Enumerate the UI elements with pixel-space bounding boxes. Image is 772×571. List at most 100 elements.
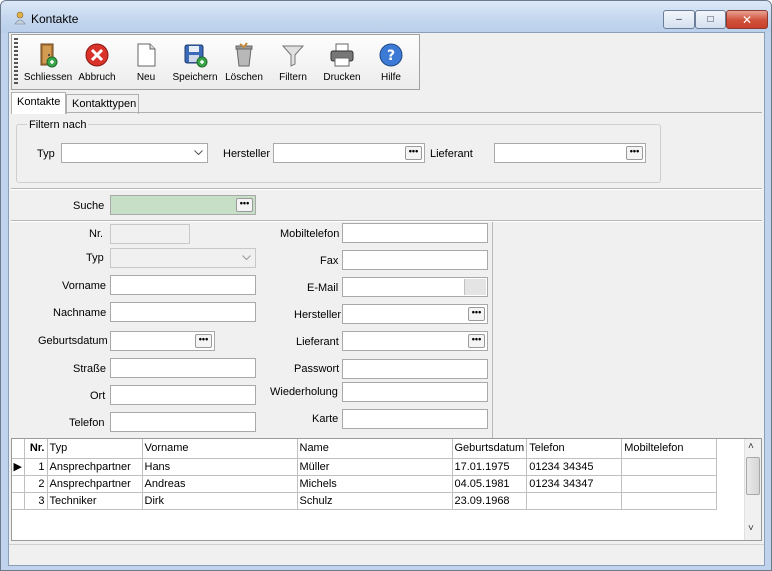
email-field[interactable] <box>342 277 488 297</box>
status-bar <box>9 544 764 565</box>
lieferant-field[interactable]: ••• <box>342 331 488 351</box>
nr-field <box>110 224 190 244</box>
printer-icon <box>330 43 354 67</box>
ort-label: Ort <box>90 390 106 402</box>
cell-vorname[interactable]: Dirk <box>142 492 298 510</box>
cell-typ[interactable]: Ansprechpartner <box>47 458 143 476</box>
lieferant-browse-button[interactable]: ••• <box>468 334 485 348</box>
close-button[interactable]: ✕ <box>726 10 768 29</box>
search-label: Suche <box>73 200 105 212</box>
hilfe-button[interactable]: ? Hilfe <box>367 39 415 87</box>
filter-hersteller-label: Hersteller <box>223 148 271 160</box>
exit-door-icon <box>40 43 58 68</box>
schliessen-button[interactable]: Schliessen <box>24 39 72 87</box>
scrollbar-thumb[interactable] <box>746 457 760 495</box>
geburtsdatum-picker-button[interactable]: ••• <box>195 334 212 348</box>
row-header-corner <box>12 439 25 459</box>
toolbar-grip[interactable] <box>14 38 18 86</box>
cell-name[interactable]: Schulz <box>297 492 453 510</box>
filtern-button[interactable]: Filtern <box>269 39 317 87</box>
save-icon <box>184 44 208 68</box>
column-header-geburtsdatum[interactable]: Geburtsdatum <box>452 439 528 459</box>
cell-geburtsdatum[interactable]: 17.01.1975 <box>452 458 528 476</box>
email-send-button[interactable] <box>464 279 486 295</box>
column-header-mobiltelefon[interactable]: Mobiltelefon <box>621 439 718 459</box>
contacts-grid[interactable]: Nr. Typ Vorname Name Geburtsdatum Telefo… <box>11 438 762 541</box>
help-icon: ? <box>379 43 403 67</box>
cell-vorname[interactable]: Andreas <box>142 475 298 493</box>
cell-name[interactable]: Michels <box>297 475 453 493</box>
abbruch-button[interactable]: Abbruch <box>73 39 121 87</box>
filter-lieferant-browse-button[interactable]: ••• <box>626 146 643 160</box>
hilfe-label: Hilfe <box>380 72 401 83</box>
cell-nr[interactable]: 3 <box>24 492 48 510</box>
table-row[interactable]: ▶ 1 Ansprechpartner Hans Müller 17.01.19… <box>12 458 718 476</box>
loeschen-label: Löschen <box>225 72 263 83</box>
filter-hersteller-browse-button[interactable]: ••• <box>405 146 422 160</box>
column-header-vorname[interactable]: Vorname <box>142 439 298 459</box>
ort-field[interactable] <box>110 385 256 405</box>
cell-mobiltelefon[interactable] <box>621 492 718 510</box>
speichern-button[interactable]: Speichern <box>171 39 219 87</box>
search-input[interactable]: ••• <box>110 195 256 215</box>
column-header-telefon[interactable]: Telefon <box>526 439 623 459</box>
strasse-field[interactable] <box>110 358 256 378</box>
cell-telefon[interactable]: 01234 34347 <box>526 475 623 493</box>
tab-kontakttypen[interactable]: Kontakttypen <box>66 94 139 114</box>
chevron-down-icon[interactable] <box>190 145 206 161</box>
cell-telefon[interactable] <box>526 492 623 510</box>
vorname-field[interactable] <box>110 275 256 295</box>
column-header-nr[interactable]: Nr. <box>24 439 48 459</box>
filter-typ-combobox[interactable] <box>61 143 208 163</box>
cell-telefon[interactable]: 01234 34345 <box>526 458 623 476</box>
search-browse-button[interactable]: ••• <box>236 198 253 212</box>
window-title: Kontakte <box>31 12 79 26</box>
fax-field[interactable] <box>342 250 488 270</box>
nachname-field[interactable] <box>110 302 256 322</box>
column-header-name[interactable]: Name <box>297 439 453 459</box>
karte-field[interactable] <box>342 409 488 429</box>
cell-geburtsdatum[interactable]: 23.09.1968 <box>452 492 528 510</box>
filter-lieferant-field[interactable]: ••• <box>494 143 646 163</box>
vertical-divider <box>492 222 493 438</box>
mobiltelefon-field[interactable] <box>342 223 488 243</box>
hersteller-field[interactable]: ••• <box>342 304 488 324</box>
telefon-label: Telefon <box>69 417 105 429</box>
neu-button[interactable]: Neu <box>122 39 170 87</box>
drucken-button[interactable]: Drucken <box>318 39 366 87</box>
geburtsdatum-field[interactable]: ••• <box>110 331 215 351</box>
chevron-down-icon[interactable] <box>238 250 254 266</box>
telefon-field[interactable] <box>110 412 256 432</box>
nr-label: Nr. <box>89 228 104 240</box>
passwort-repeat-field[interactable] <box>342 382 488 402</box>
maximize-button[interactable]: □ <box>695 10 726 29</box>
table-row[interactable]: 2 Ansprechpartner Andreas Michels 04.05.… <box>12 475 718 493</box>
hersteller-browse-button[interactable]: ••• <box>468 307 485 321</box>
table-row[interactable]: 3 Techniker Dirk Schulz 23.09.1968 <box>12 492 718 510</box>
vertical-scrollbar[interactable]: ˄ ˅ <box>744 439 761 540</box>
cell-nr[interactable]: 1 <box>24 458 48 476</box>
cell-typ[interactable]: Techniker <box>47 492 143 510</box>
abbruch-label: Abbruch <box>78 72 116 83</box>
tab-kontakte[interactable]: Kontakte <box>11 92 66 114</box>
cell-typ[interactable]: Ansprechpartner <box>47 475 143 493</box>
minimize-button[interactable]: – <box>663 10 695 29</box>
scroll-down-icon[interactable]: ˅ <box>748 523 754 534</box>
cell-nr[interactable]: 2 <box>24 475 48 493</box>
fax-label: Fax <box>320 255 339 267</box>
scroll-up-icon[interactable]: ˄ <box>748 441 754 452</box>
cell-vorname[interactable]: Hans <box>142 458 298 476</box>
cell-name[interactable]: Müller <box>297 458 453 476</box>
cell-mobiltelefon[interactable] <box>621 458 718 476</box>
title-bar[interactable]: Kontakte – □ ✕ <box>1 1 771 33</box>
passwort-field[interactable] <box>342 359 488 379</box>
typ-combobox[interactable] <box>110 248 256 268</box>
row-header <box>12 475 25 493</box>
delete-bin-icon <box>235 42 253 67</box>
cell-geburtsdatum[interactable]: 04.05.1981 <box>452 475 528 493</box>
column-header-typ[interactable]: Typ <box>47 439 143 459</box>
wiederholung-label: Wiederholung <box>270 386 338 398</box>
filter-hersteller-field[interactable]: ••• <box>273 143 425 163</box>
loeschen-button[interactable]: Löschen <box>220 39 268 87</box>
cell-mobiltelefon[interactable] <box>621 475 718 493</box>
